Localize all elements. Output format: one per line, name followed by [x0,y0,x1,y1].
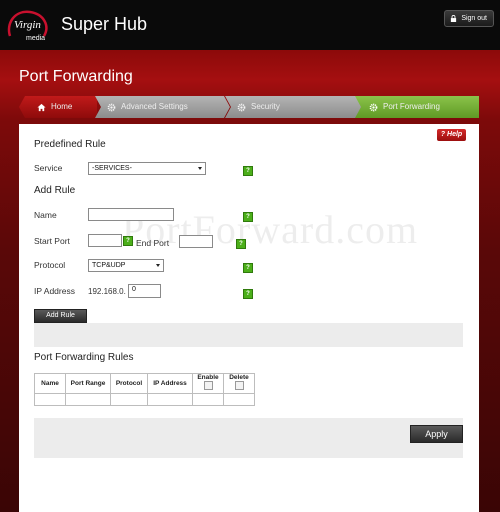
column-header-name: Name [34,373,66,394]
home-icon [37,103,46,111]
column-header-ip-address: IP Address [147,373,193,394]
rules-table: Name Port Range Protocol IP Address Enab… [34,373,255,406]
svg-text:Virgin: Virgin [14,19,41,31]
help-icon[interactable]: ? [236,239,246,249]
chevron-down-icon [156,264,160,267]
help-icon[interactable]: ? [243,289,253,299]
add-rule-heading: Add Rule [34,185,76,196]
name-label: Name [34,210,57,220]
end-port-input[interactable] [179,235,213,248]
column-header-enable: Enable [197,374,219,381]
service-select[interactable]: -SERVICES- [88,162,206,175]
footer-band [34,418,463,458]
page-title: Port Forwarding [19,68,133,85]
divider-band [34,323,463,347]
ip-address-label: IP Address [34,286,75,296]
app-title: Super Hub [61,14,148,34]
svg-text:media: media [26,35,45,42]
column-header-protocol: Protocol [110,373,148,394]
help-icon[interactable]: ? [243,166,253,176]
breadcrumb-advanced-settings[interactable]: Advanced Settings [95,96,230,118]
end-port-label: End Port [136,238,170,248]
breadcrumb-home-label: Home [51,102,73,111]
breadcrumb-port-forwarding[interactable]: Port Forwarding [355,96,479,118]
name-input[interactable] [88,208,174,221]
help-button[interactable]: ? Help [437,129,466,141]
breadcrumb: Home Advanced Settings Security Port For… [19,96,479,118]
breadcrumb-security-label: Security [251,102,280,111]
gear-icon [107,103,116,112]
enable-all-checkbox[interactable] [203,381,213,390]
add-rule-button[interactable]: Add Rule [34,309,87,323]
start-port-label: Start Port [34,236,70,246]
virgin-media-logo: Virgin media [7,10,48,42]
table-header-row: Name Port Range Protocol IP Address Enab… [34,373,255,394]
table-row [34,393,255,406]
service-label: Service [34,163,63,173]
ip-last-octet-input[interactable]: 0 [128,284,161,298]
column-header-port-range: Port Range [65,373,111,394]
gear-icon [369,103,378,111]
gear-icon [237,103,246,112]
delete-all-checkbox[interactable] [234,381,244,390]
top-bar: Virgin media Super Hub Sign out [0,0,500,50]
column-header-delete: Delete [229,374,249,381]
ip-prefix: 192.168.0. [88,287,126,296]
help-icon[interactable]: ? [243,212,253,222]
lock-icon [451,15,457,22]
apply-button[interactable]: Apply [410,425,463,443]
protocol-label: Protocol [34,260,66,270]
chevron-down-icon [198,167,202,170]
sign-out-label: Sign out [461,15,487,22]
help-icon[interactable]: ? [123,236,133,246]
breadcrumb-security[interactable]: Security [225,96,375,118]
rules-heading: Port Forwarding Rules [34,352,134,363]
predefined-rule-heading: Predefined Rule [34,139,106,150]
breadcrumb-home[interactable]: Home [19,96,97,118]
service-select-value: -SERVICES- [92,165,132,172]
help-icon[interactable]: ? [243,263,253,273]
protocol-select-value: TCP&UDP [92,262,126,269]
start-port-input[interactable] [88,234,122,247]
sign-out-button[interactable]: Sign out [444,10,494,27]
breadcrumb-advanced-settings-label: Advanced Settings [121,102,188,111]
breadcrumb-port-forwarding-label: Port Forwarding [383,102,440,111]
protocol-select[interactable]: TCP&UDP [88,259,164,272]
